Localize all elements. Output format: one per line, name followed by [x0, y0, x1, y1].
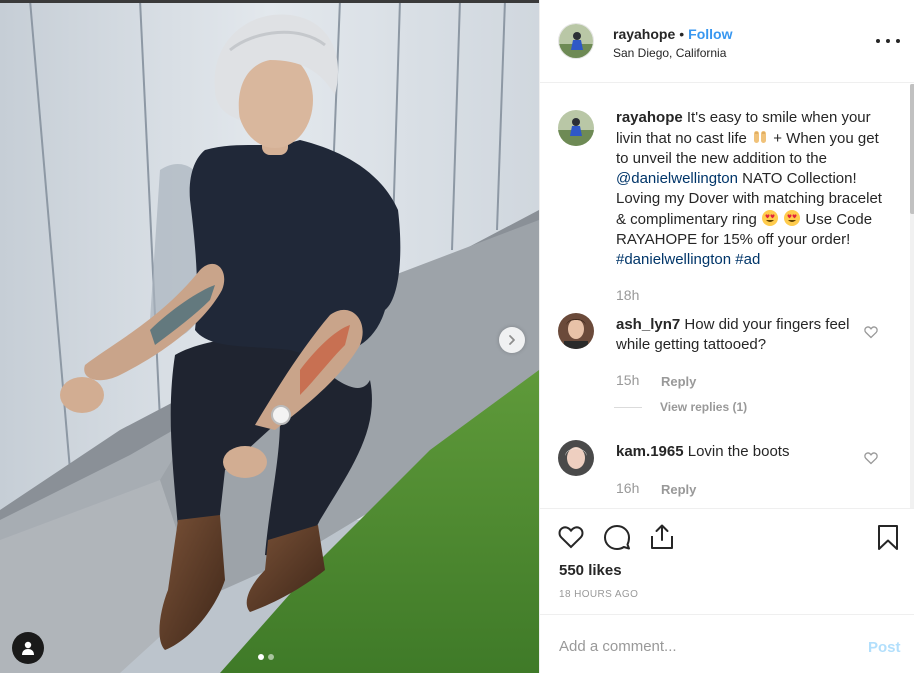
comment-body: Lovin the boots	[687, 443, 790, 460]
comment-text: kam.1965 Lovin the boots	[616, 442, 856, 462]
photo-illustration	[0, 0, 539, 673]
like-comment-heart-icon[interactable]	[864, 451, 878, 465]
more-dot-icon	[896, 39, 900, 43]
comments-list[interactable]: rayahope It's easy to smile when your li…	[540, 84, 914, 508]
post-actions: 550 likes 18 HOURS AGO	[540, 508, 914, 614]
carousel-next-button[interactable]	[499, 327, 525, 353]
reply-button[interactable]: Reply	[661, 482, 696, 497]
comment-username[interactable]: ash_lyn7	[616, 316, 680, 333]
reply-button[interactable]: Reply	[661, 374, 696, 389]
comment-icon[interactable]	[603, 523, 631, 551]
avatar-image	[559, 24, 593, 58]
caption-hashtag-link[interactable]: #danielwellington	[616, 251, 731, 268]
header-separator: •	[679, 26, 685, 42]
avatar-image	[558, 440, 594, 476]
header-username[interactable]: rayahope	[613, 26, 675, 42]
post-location[interactable]: San Diego, California	[613, 46, 726, 60]
tagged-users-button[interactable]	[12, 632, 44, 664]
comment-text: ash_lyn7 How did your fingers feel while…	[616, 315, 856, 355]
heart-eyes-emoji-icon	[762, 210, 779, 226]
header-user-line: rayahope • Follow	[613, 26, 732, 42]
share-icon[interactable]	[648, 523, 676, 551]
comments-scrollbar[interactable]	[910, 84, 914, 508]
comment-username[interactable]: kam.1965	[616, 443, 684, 460]
comment-timestamp[interactable]: 15h	[616, 372, 639, 388]
comment-timestamp[interactable]: 16h	[616, 480, 639, 496]
heart-eyes-emoji-icon	[784, 210, 801, 226]
bookmark-icon[interactable]	[874, 523, 902, 551]
chevron-right-icon	[509, 335, 515, 345]
scrollbar-thumb[interactable]	[910, 84, 914, 214]
caption-timestamp[interactable]: 18h	[616, 287, 639, 303]
post-header: rayahope • Follow San Diego, California	[540, 0, 914, 83]
view-replies-button[interactable]: View replies (1)	[614, 400, 747, 414]
photo-top-strip	[0, 0, 539, 3]
person-icon	[22, 641, 34, 655]
avatar[interactable]	[558, 313, 594, 349]
instagram-post-modal: rayahope•Follow San Diego, California	[0, 0, 914, 673]
carousel-indicator	[258, 654, 274, 660]
view-replies-label: View replies (1)	[660, 400, 748, 414]
avatar-image	[558, 110, 594, 146]
post-comment-button[interactable]: Post	[868, 639, 901, 656]
post-side-panel: rayahope•Follow San Diego, California	[539, 0, 914, 673]
heart-icon[interactable]	[557, 523, 585, 551]
avatar-image	[558, 313, 594, 349]
avatar[interactable]	[558, 440, 594, 476]
follow-button[interactable]: Follow	[688, 26, 732, 42]
avatar[interactable]	[558, 110, 594, 146]
caption-username[interactable]: rayahope	[616, 109, 683, 126]
carousel-dot-1	[258, 654, 264, 660]
post-photo[interactable]	[0, 0, 539, 673]
post-timestamp: 18 HOURS AGO	[559, 589, 639, 600]
caption-mention-link[interactable]: @danielwellington	[616, 170, 738, 187]
add-comment-bar: Post	[540, 614, 914, 673]
like-comment-heart-icon[interactable]	[864, 325, 878, 339]
carousel-dot-2	[268, 654, 274, 660]
caption-hashtag-link[interactable]: #ad	[735, 251, 760, 268]
add-comment-input[interactable]	[559, 635, 839, 657]
more-dot-icon	[876, 39, 880, 43]
raised-hands-emoji-icon	[754, 131, 767, 143]
avatar[interactable]	[558, 23, 594, 59]
more-options-button[interactable]	[876, 34, 900, 48]
more-dot-icon	[886, 39, 890, 43]
post-caption: rayahope It's easy to smile when your li…	[616, 108, 891, 270]
replies-divider	[614, 406, 642, 408]
likes-count[interactable]: 550 likes	[559, 562, 622, 579]
